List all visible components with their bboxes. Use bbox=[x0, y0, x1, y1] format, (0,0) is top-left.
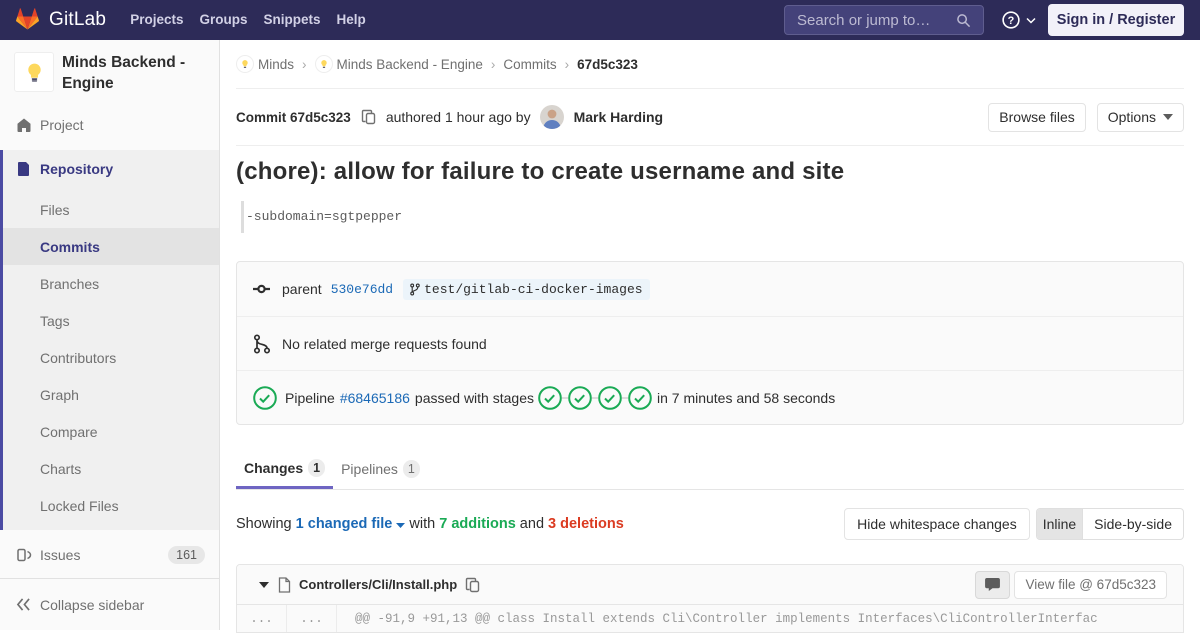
svg-text:?: ? bbox=[1008, 15, 1015, 27]
